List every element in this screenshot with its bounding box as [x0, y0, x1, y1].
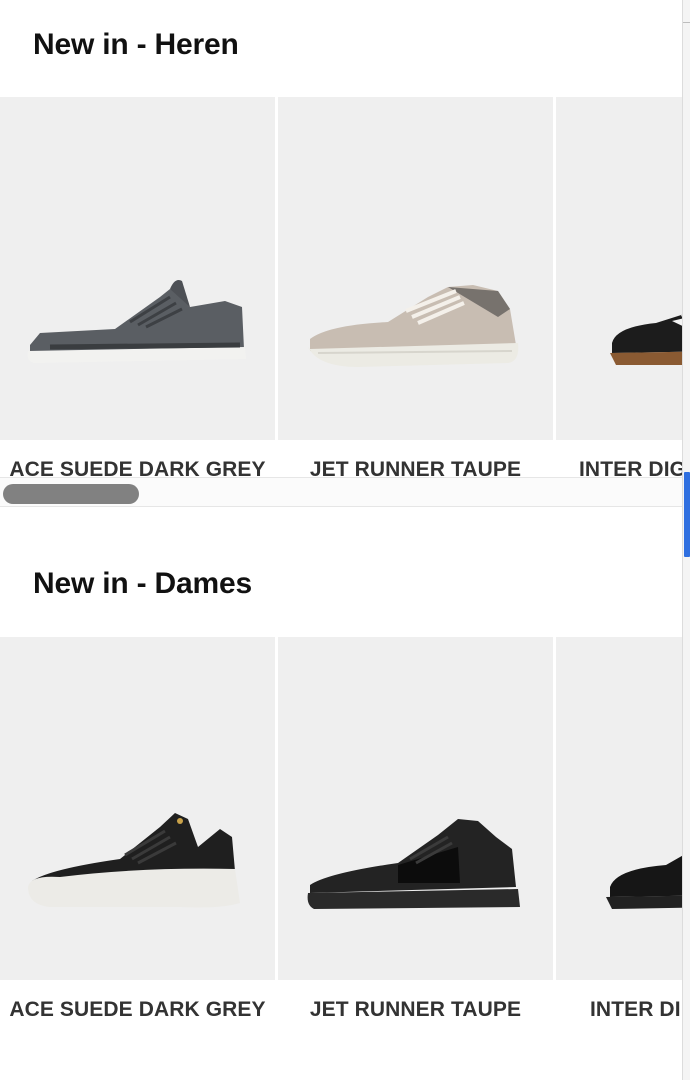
product-image[interactable]	[556, 97, 682, 440]
page-scrollbar-thumb[interactable]	[684, 472, 690, 557]
product-card[interactable]: JET RUNNER TAUPE	[278, 97, 553, 477]
product-image[interactable]	[556, 637, 682, 980]
carousel-scrollbar[interactable]	[0, 477, 682, 507]
page-scrollbar[interactable]	[682, 0, 690, 1080]
scrollbar-divider	[683, 22, 690, 23]
product-name[interactable]: JET RUNNER TAUPE	[278, 980, 553, 1022]
sneaker-image	[28, 813, 240, 908]
sneaker-image	[308, 285, 519, 367]
section-title-dames: New in - Dames	[33, 567, 252, 600]
product-image[interactable]	[278, 97, 553, 440]
product-card[interactable]: INTER DI	[556, 637, 682, 1022]
sneaker-image	[606, 855, 682, 909]
page: New in - Heren ACE SUEDE DARK GREY JET R…	[0, 0, 682, 1080]
product-name[interactable]: ACE SUEDE DARK GREY	[0, 440, 275, 477]
sneaker-image	[307, 819, 520, 909]
product-name[interactable]: JET RUNNER TAUPE	[278, 440, 553, 477]
carousel-dames[interactable]: ACE SUEDE DARK GREY JET RUNNER TAUPE INT…	[0, 637, 682, 1080]
product-image[interactable]	[0, 97, 275, 440]
product-card[interactable]: ACE SUEDE DARK GREY	[0, 97, 275, 477]
sneaker-image	[27, 280, 246, 363]
product-name[interactable]: INTER DI	[556, 980, 682, 1022]
product-image[interactable]	[278, 637, 553, 980]
product-card[interactable]: JET RUNNER TAUPE	[278, 637, 553, 1022]
product-image[interactable]	[0, 637, 275, 980]
product-name[interactable]: ACE SUEDE DARK GREY	[0, 980, 275, 1022]
section-title-heren: New in - Heren	[33, 28, 239, 61]
product-name[interactable]: INTER DIG	[556, 440, 682, 477]
carousel-scrollbar-thumb[interactable]	[3, 484, 139, 504]
product-card[interactable]: INTER DIG	[556, 97, 682, 477]
sneaker-image	[610, 314, 682, 365]
product-card[interactable]: ACE SUEDE DARK GREY	[0, 637, 275, 1022]
carousel-heren[interactable]: ACE SUEDE DARK GREY JET RUNNER TAUPE INT…	[0, 97, 682, 477]
